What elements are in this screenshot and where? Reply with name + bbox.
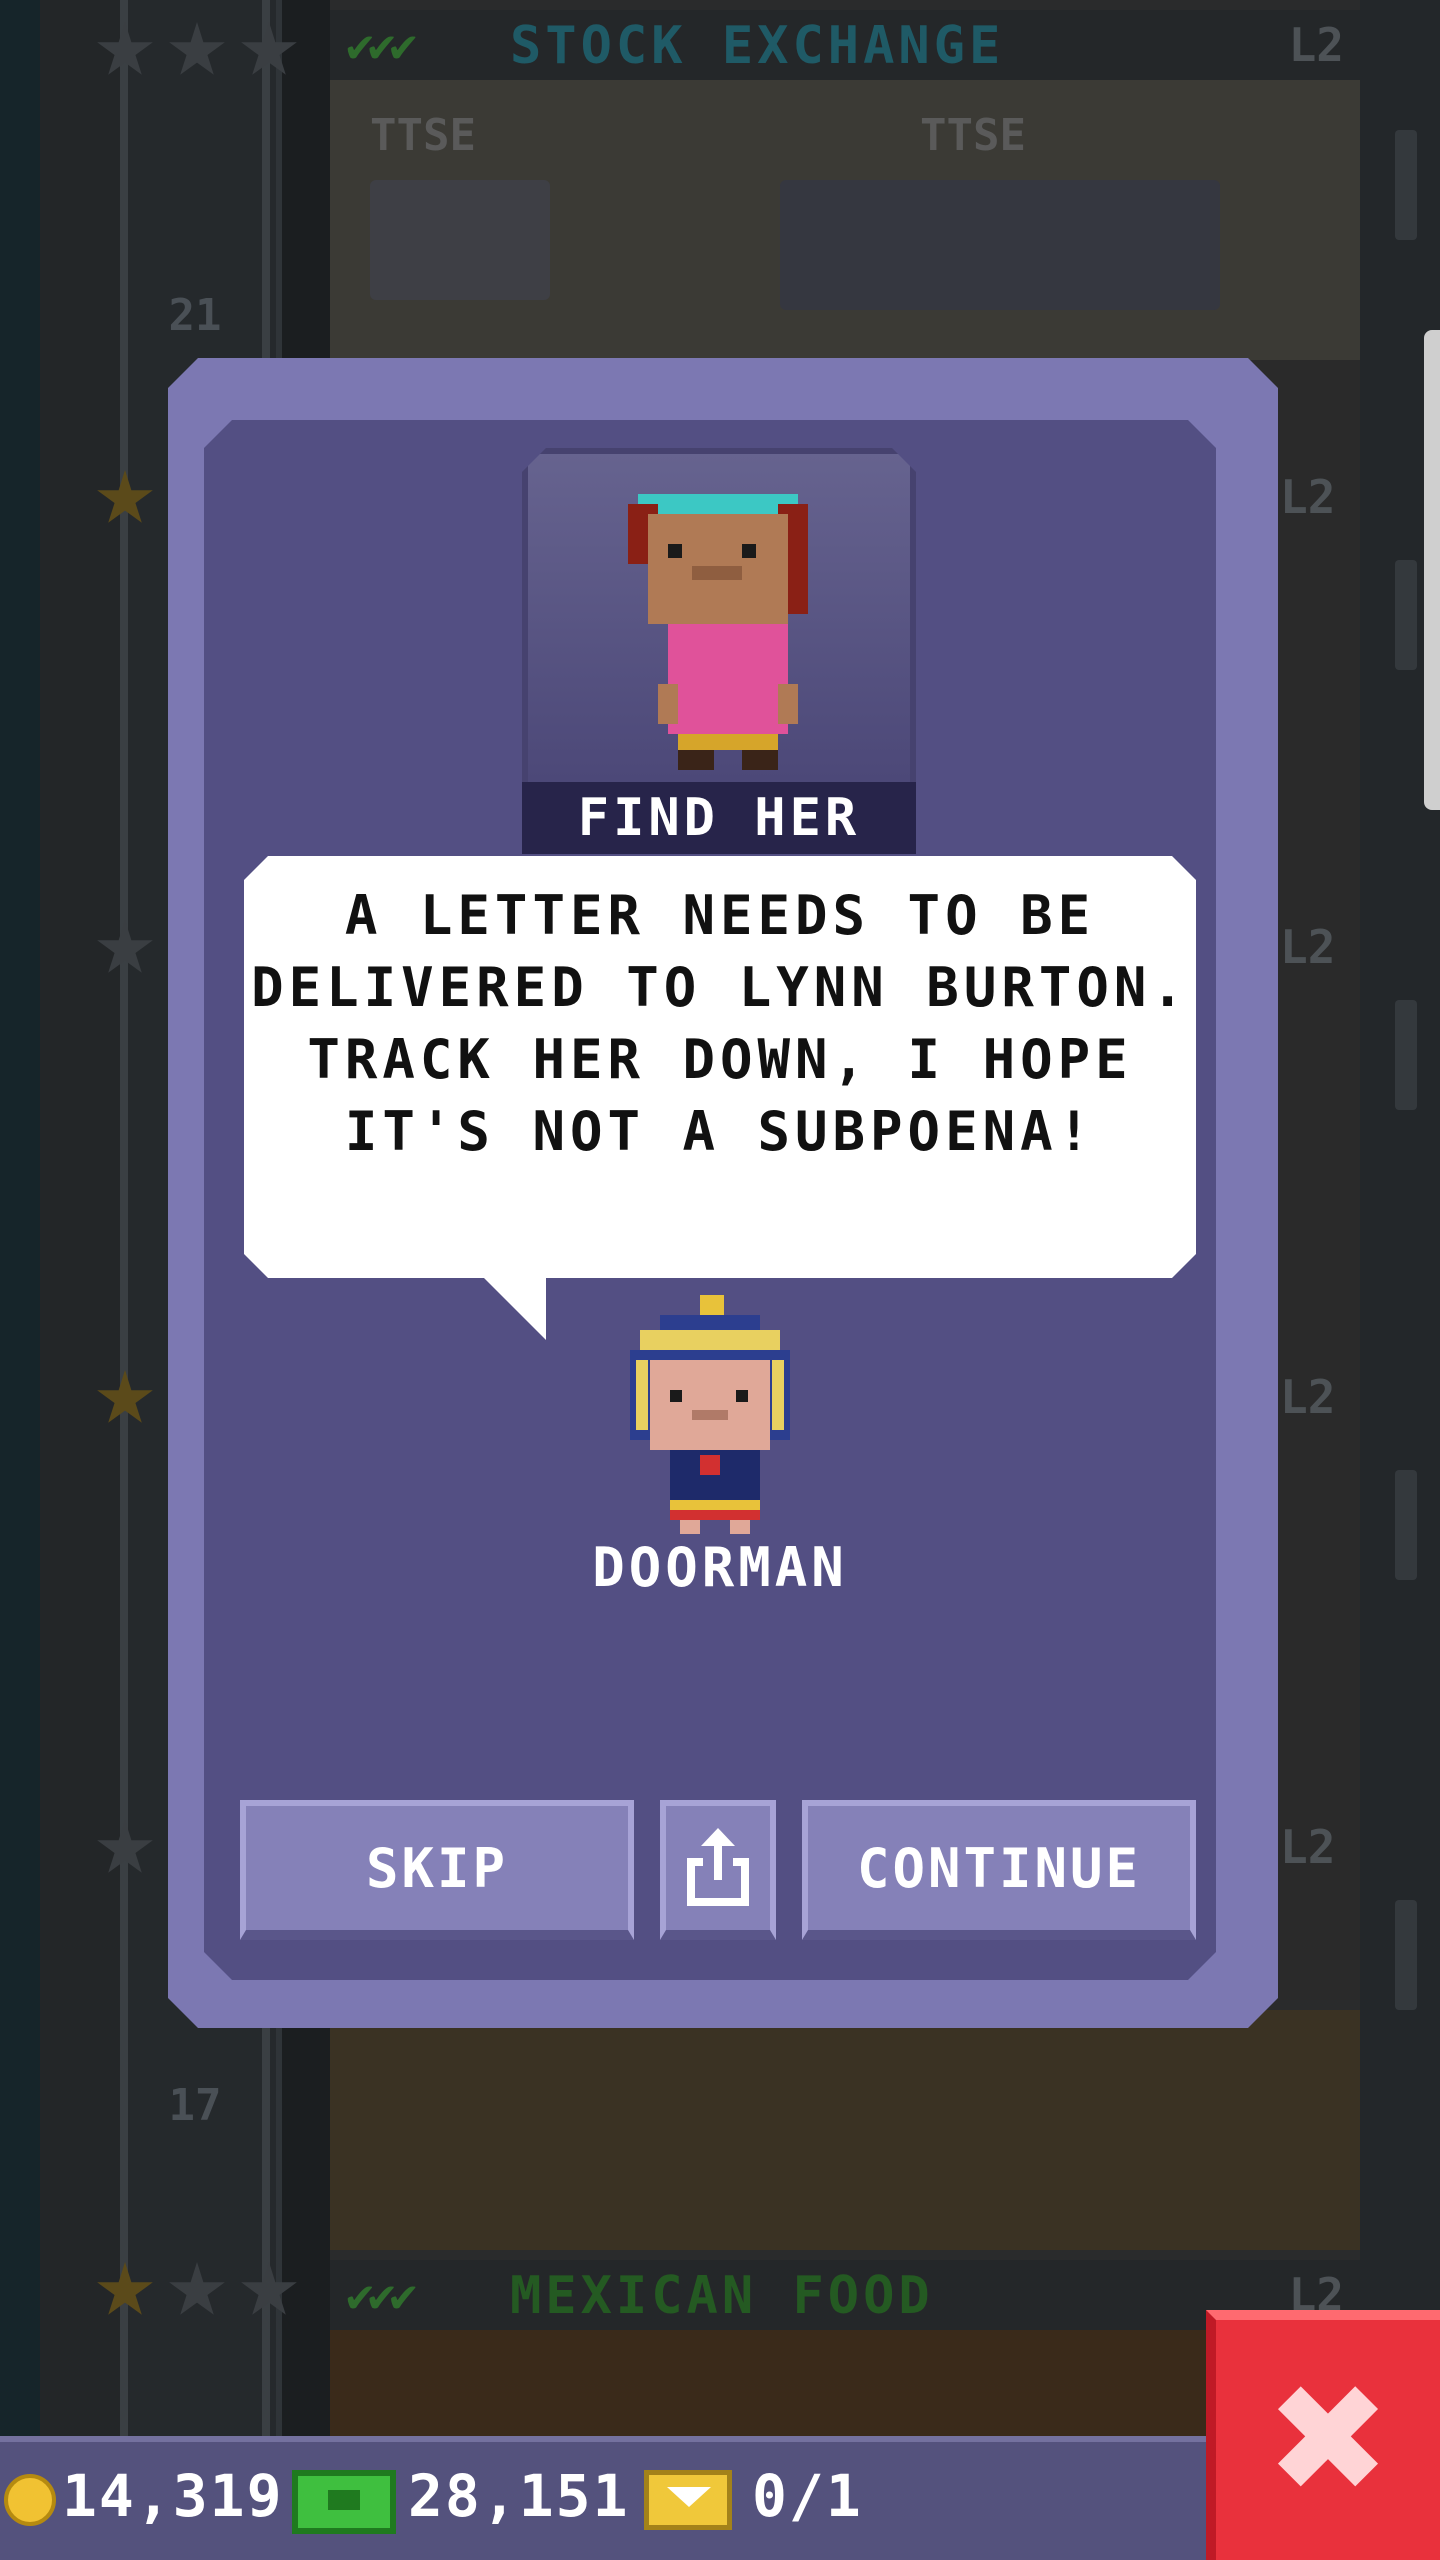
floor-level: L2 [1280, 1820, 1336, 1874]
floor-name: MEXICAN FOOD [510, 2266, 934, 2326]
right-slot [1395, 1900, 1417, 2010]
mission-title: FIND HER [522, 782, 916, 854]
bux-icon [292, 2470, 396, 2534]
star-icon [97, 22, 153, 75]
share-icon [687, 1828, 749, 1906]
ttse-sign: TTSE [370, 110, 476, 161]
tickets-count: 0/1 [752, 2462, 863, 2530]
coins-count: 14,319 [62, 2462, 284, 2530]
close-icon: ✖ [1265, 2353, 1391, 2527]
bux-count: 28,151 [408, 2462, 630, 2530]
floor-checks: ✔✔✔ [346, 2268, 417, 2322]
floor-level: L2 [1280, 470, 1336, 524]
floor-number: 17 [168, 2080, 222, 2131]
floor-stars [96, 470, 154, 528]
ticket-icon [644, 2470, 732, 2530]
floor-stars [96, 2262, 298, 2320]
npc-name: DOORMAN [592, 1536, 848, 1599]
star-icon [97, 920, 153, 973]
floor-stock-exchange[interactable]: ✔✔✔ STOCK EXCHANGE L2 TTSE TTSE [330, 0, 1360, 360]
star-icon [97, 470, 153, 523]
floor-stars [96, 22, 298, 80]
right-slot [1395, 560, 1417, 670]
stock-chart-board [370, 180, 550, 300]
star-icon [241, 2262, 297, 2315]
floor-level: L2 [1288, 18, 1344, 72]
mission-message: A LETTER NEEDS TO BE DELIVERED TO LYNN B… [251, 884, 1189, 1163]
star-icon [169, 2262, 225, 2315]
floor-stars [96, 1370, 154, 1428]
floor-name: STOCK EXCHANGE [510, 16, 1005, 76]
floor-checks: ✔✔✔ [346, 18, 417, 72]
floor-lobby[interactable] [330, 2000, 1360, 2250]
floor-level: L2 [1280, 920, 1336, 974]
floor-header: ✔✔✔ STOCK EXCHANGE L2 [330, 10, 1360, 80]
target-character-sprite [528, 454, 910, 784]
star-icon [241, 22, 297, 75]
star-icon [97, 1820, 153, 1873]
floor-level: L2 [1280, 1370, 1336, 1424]
star-icon [97, 1370, 153, 1423]
share-button[interactable] [660, 1800, 776, 1940]
star-icon [97, 2262, 153, 2315]
star-icon [169, 22, 225, 75]
elevator-rail [120, 0, 128, 2450]
stock-ticker-board [780, 180, 1220, 310]
right-slot [1395, 1000, 1417, 1110]
coin-icon [4, 2474, 56, 2526]
close-button[interactable]: ✖ [1206, 2310, 1440, 2560]
scroll-handle[interactable] [1424, 330, 1440, 810]
floor-stars [96, 1820, 154, 1878]
doorman-sprite [630, 1295, 790, 1534]
ttse-sign: TTSE [920, 110, 1026, 161]
floor-number: 21 [168, 290, 222, 341]
right-slot [1395, 130, 1417, 240]
skip-button[interactable]: SKIP [240, 1800, 634, 1940]
right-slot [1395, 1470, 1417, 1580]
floor-stars [96, 920, 154, 978]
continue-button[interactable]: CONTINUE [802, 1800, 1196, 1940]
target-portrait-frame [522, 448, 916, 788]
